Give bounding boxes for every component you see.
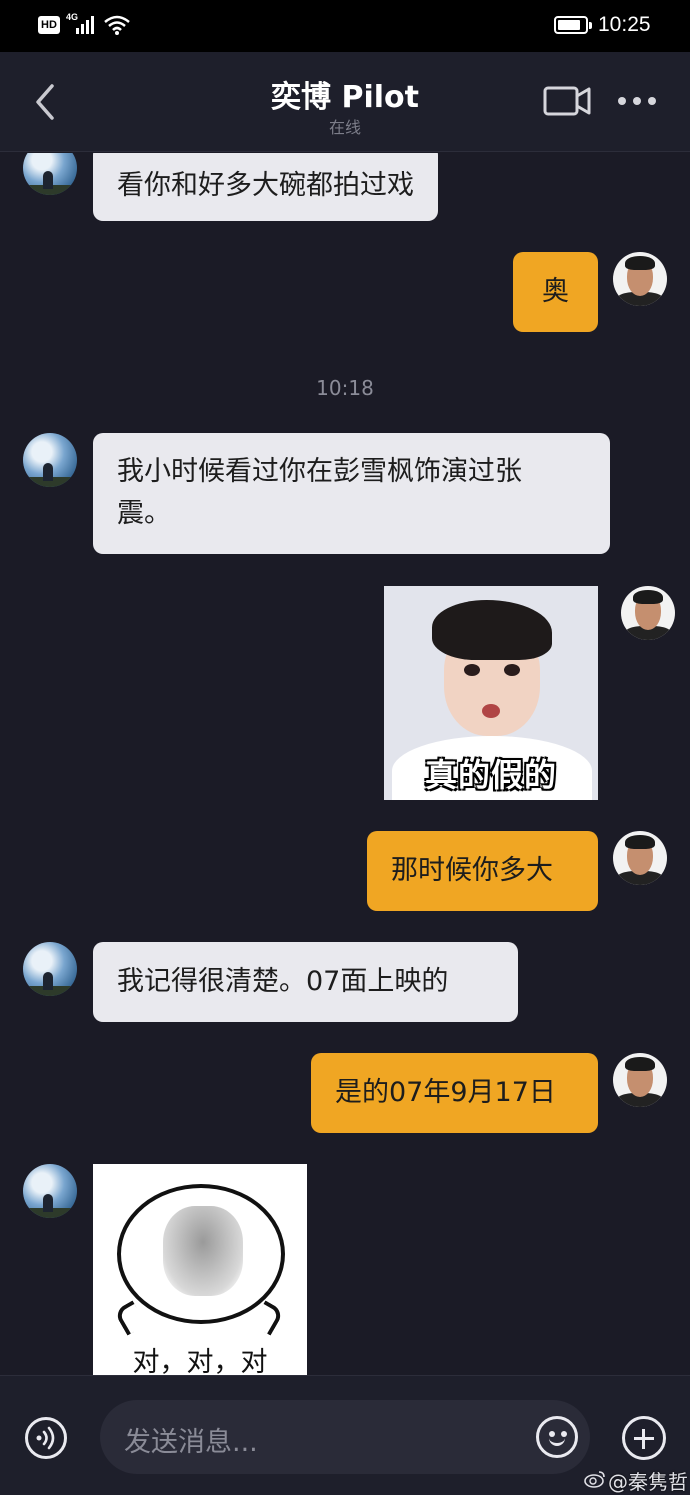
- contact-avatar[interactable]: [23, 433, 77, 487]
- message-text-line: 我小时候看过你在彭雪枫饰演过张: [117, 456, 522, 487]
- signal-icon: [76, 16, 96, 34]
- message-text: 我记得很清楚。07面上映的: [117, 966, 449, 997]
- message-text: 看你和好多大碗都拍过戏: [117, 170, 414, 201]
- status-time: 10:25: [598, 13, 651, 36]
- message-input-placeholder: 发送消息...: [124, 1427, 258, 1458]
- message-bubble-incoming[interactable]: 看你和好多大碗都拍过戏: [93, 153, 438, 221]
- chat-header: 奕博 Pilot 在线: [0, 52, 690, 152]
- message-input[interactable]: 发送消息...: [100, 1400, 590, 1474]
- weibo-logo-icon: [584, 1471, 605, 1488]
- message-bubble-incoming[interactable]: 我记得很清楚。07面上映的: [93, 942, 518, 1022]
- voice-input-icon[interactable]: [24, 1416, 68, 1460]
- message-bubble-incoming[interactable]: 我小时候看过你在彭雪枫饰演过张 震。: [93, 433, 610, 554]
- hd-icon: HD: [38, 16, 60, 34]
- sticker-image[interactable]: 真的假的: [384, 586, 598, 800]
- message-text: 那时候你多大: [391, 855, 553, 886]
- my-avatar[interactable]: [613, 831, 667, 885]
- message-bubble-outgoing[interactable]: 奥: [513, 252, 598, 332]
- video-call-icon[interactable]: [542, 84, 592, 118]
- my-avatar[interactable]: [621, 586, 675, 640]
- message-bubble-outgoing[interactable]: 是的07年9月17日: [311, 1053, 598, 1133]
- status-bar: HD 4G 10:25: [0, 0, 690, 52]
- wifi-icon: [104, 15, 130, 35]
- message-text-line: 震。: [117, 498, 171, 529]
- message-bubble-outgoing[interactable]: 那时候你多大: [367, 831, 598, 911]
- message-text: 奥: [542, 276, 569, 307]
- contact-avatar[interactable]: [23, 942, 77, 996]
- my-avatar[interactable]: [613, 1053, 667, 1107]
- sticker-image[interactable]: 对，对，对: [93, 1164, 307, 1375]
- message-timestamp: 10:18: [316, 376, 374, 400]
- more-options-icon[interactable]: [616, 94, 658, 108]
- watermark-text: @秦隽哲: [608, 1470, 688, 1494]
- sticker-caption: 对，对，对: [132, 1347, 268, 1375]
- contact-avatar[interactable]: [23, 1164, 77, 1218]
- add-attachment-icon[interactable]: [622, 1416, 666, 1460]
- my-avatar[interactable]: [613, 252, 667, 306]
- message-text: 是的07年9月17日: [335, 1077, 556, 1108]
- message-list[interactable]: 看你和好多大碗都拍过戏 奥 10:18 我小时候看过你在彭雪枫饰演过张 震。 真…: [0, 153, 690, 1375]
- emoji-icon[interactable]: [536, 1416, 578, 1458]
- contact-avatar[interactable]: [23, 153, 77, 195]
- battery-icon: [554, 16, 592, 34]
- sticker-caption: 真的假的: [424, 756, 557, 794]
